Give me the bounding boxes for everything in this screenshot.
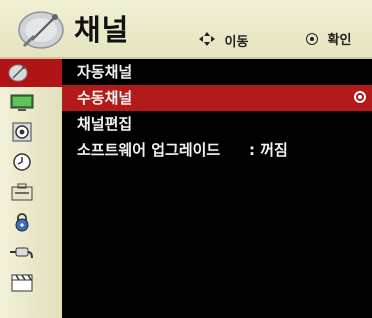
menu-item-label: 자동채널	[77, 63, 133, 81]
sidebar-item-picture[interactable]	[8, 92, 36, 114]
software-upgrade-value: : 꺼짐	[249, 141, 288, 159]
move-hint: 이동	[199, 32, 248, 51]
ok-hint: 확인	[306, 32, 351, 49]
sidebar-item-audio[interactable]	[8, 121, 36, 143]
ok-hint-label: 확인	[327, 33, 352, 48]
channel-submenu: 자동채널 수동채널 채널편집 소프트웨어 업그레이드 : 꺼짐	[62, 59, 372, 163]
time-clock-icon	[13, 153, 31, 171]
sidebar-item-input[interactable]	[8, 241, 36, 263]
page-title: 채널	[74, 13, 130, 47]
menu-item-channel-edit[interactable]: 채널편집	[62, 111, 372, 137]
menu-item-manual-tuning[interactable]: 수동채널	[62, 85, 372, 111]
channel-menu-osd: 채널 이동 확인 자동채널 수동채널 채널편집 소프트웨어 업그레이드: 꺼짐	[0, 0, 372, 318]
sidebar-item-lock[interactable]	[8, 211, 36, 233]
dpad-arrows-icon	[199, 32, 215, 51]
lock-icon	[15, 213, 29, 232]
sidebar-item-time[interactable]	[8, 151, 36, 173]
move-hint-label: 이동	[224, 35, 249, 50]
option-toolbox-icon	[11, 183, 33, 201]
menu-header: 채널 이동 확인	[0, 0, 372, 59]
selected-radio-icon	[354, 91, 366, 103]
channel-satellite-icon	[8, 64, 28, 82]
menu-item-label: 채널편집	[77, 115, 133, 133]
ok-button-icon	[306, 33, 318, 45]
satellite-dish-icon	[14, 6, 68, 52]
media-clapper-icon	[11, 274, 33, 292]
audio-speaker-icon	[12, 122, 32, 142]
menu-item-label: 수동채널	[77, 89, 133, 107]
menu-item-auto-tuning[interactable]: 자동채널	[62, 59, 372, 85]
sidebar-item-option[interactable]	[8, 181, 36, 203]
picture-tv-icon	[10, 94, 34, 111]
category-sidebar	[0, 59, 62, 318]
sidebar-item-media[interactable]	[8, 271, 36, 293]
sidebar-item-channel[interactable]	[0, 59, 62, 87]
menu-item-software-upgrade[interactable]: 소프트웨어 업그레이드 : 꺼짐	[62, 137, 372, 163]
input-cable-icon	[10, 247, 33, 259]
menu-item-label: 소프트웨어 업그레이드	[77, 141, 221, 159]
